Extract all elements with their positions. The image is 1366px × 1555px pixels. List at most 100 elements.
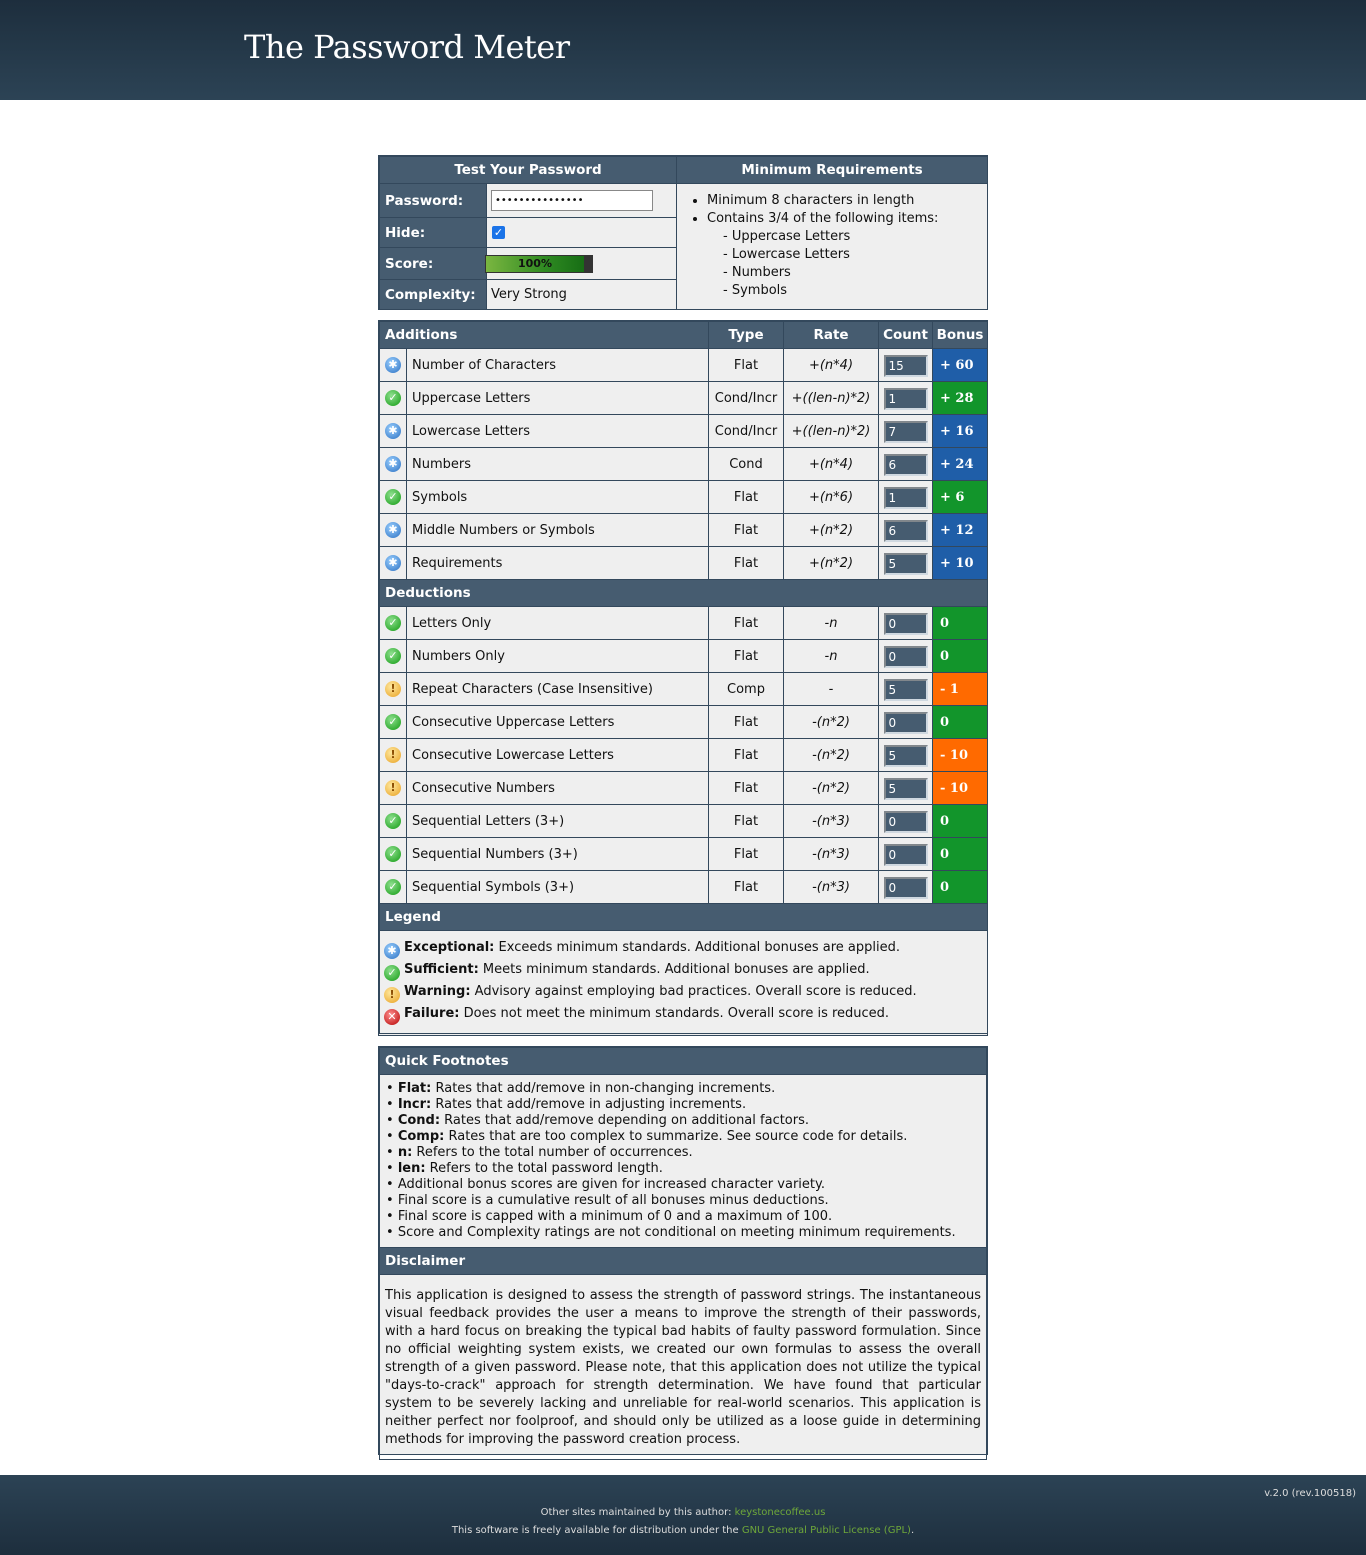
footnote-item: • len: Refers to the total password leng…	[386, 1161, 663, 1176]
row-bonus: 0	[932, 804, 988, 838]
sufficient-icon: ✓	[385, 648, 401, 664]
requirement-item: Contains 3/4 of the following items:	[707, 210, 987, 228]
row-count-field: 15	[883, 355, 928, 377]
row-type: Cond/Incr	[708, 381, 784, 415]
row-name: Consecutive Lowercase Letters	[406, 738, 709, 772]
complexity-value: Very Strong	[485, 279, 678, 310]
row-name: Uppercase Letters	[406, 381, 709, 415]
row-count-field: 0	[883, 844, 928, 866]
footnotes-list: • Flat: Rates that add/remove in non-cha…	[379, 1074, 987, 1248]
row-bonus: - 10	[932, 738, 988, 772]
legend-item: ✓ Sufficient: Meets minimum standards. Ad…	[384, 959, 987, 981]
test-password-panel: Test Your Password Minimum Requirements …	[378, 155, 989, 310]
row-type: Cond/Incr	[708, 414, 784, 448]
sufficient-icon: ✓	[385, 390, 401, 406]
row-rate: -(n*3)	[783, 837, 879, 871]
row-rate: -(n*2)	[783, 705, 879, 739]
row-count-field: 0	[883, 877, 928, 899]
row-rate: +(n*2)	[783, 546, 879, 580]
row-count-field: 0	[883, 646, 928, 668]
exceptional-icon: ✱	[385, 456, 401, 472]
row-count-field: 5	[883, 778, 928, 800]
sufficient-icon: ✓	[385, 813, 401, 829]
hide-label: Hide:	[379, 217, 487, 248]
footnote-item: • Additional bonus scores are given for …	[386, 1177, 825, 1192]
requirements-list: Minimum 8 characters in length Contains …	[676, 183, 989, 310]
type-header: Type	[708, 321, 784, 349]
disclaimer-text: This application is designed to assess t…	[379, 1274, 987, 1460]
row-rate: -n	[783, 639, 879, 673]
row-count-field: 1	[883, 388, 928, 410]
score-row: ✓ Sequential Numbers (3+) Flat -(n*3) 0 0	[379, 837, 988, 871]
row-count-field: 0	[883, 613, 928, 635]
site-title: The Password Meter	[244, 28, 570, 66]
score-row: ✱ Number of Characters Flat +(n*4) 15 + 60	[379, 348, 988, 382]
row-name: Sequential Symbols (3+)	[406, 870, 709, 904]
footnote-item: • Final score is capped with a minimum o…	[386, 1209, 833, 1224]
test-title: Test Your Password	[378, 156, 678, 184]
exceptional-icon: ✱	[385, 357, 401, 373]
row-rate: +(n*6)	[783, 480, 879, 514]
deductions-header: Deductions	[379, 579, 988, 607]
row-name: Numbers Only	[406, 639, 709, 673]
row-bonus: 0	[932, 870, 988, 904]
footnotes-header: Quick Footnotes	[379, 1047, 987, 1075]
password-label: Password:	[379, 183, 487, 218]
row-type: Flat	[708, 804, 784, 838]
requirements-title: Minimum Requirements	[676, 156, 989, 184]
row-name: Sequential Letters (3+)	[406, 804, 709, 838]
warning-icon: !	[385, 780, 401, 796]
score-meter: 100%	[485, 254, 593, 273]
footnote-item: • Flat: Rates that add/remove in non-cha…	[386, 1081, 776, 1096]
password-input[interactable]: •••••••••••••••	[491, 190, 653, 211]
row-count-field: 0	[883, 811, 928, 833]
row-type: Comp	[708, 672, 784, 706]
row-count-field: 7	[883, 421, 928, 443]
exceptional-icon: ✱	[385, 522, 401, 538]
row-bonus: + 6	[932, 480, 988, 514]
score-row: ✓ Symbols Flat +(n*6) 1 + 6	[379, 480, 988, 514]
bonus-header: Bonus	[932, 321, 988, 349]
footnote-item: • Comp: Rates that are too complex to su…	[386, 1129, 908, 1144]
row-type: Flat	[708, 771, 784, 805]
row-type: Flat	[708, 738, 784, 772]
row-bonus: + 28	[932, 381, 988, 415]
failure-icon: ✕	[384, 1009, 400, 1025]
sufficient-icon: ✓	[385, 846, 401, 862]
row-type: Flat	[708, 870, 784, 904]
keystonecoffee-link[interactable]: keystonecoffee.us	[735, 1507, 826, 1518]
row-type: Flat	[708, 348, 784, 382]
row-count-field: 0	[883, 712, 928, 734]
legend-header: Legend	[379, 903, 988, 931]
row-type: Flat	[708, 639, 784, 673]
row-name: Lowercase Letters	[406, 414, 709, 448]
requirement-subitem: - Uppercase Letters	[723, 229, 851, 244]
score-row: ✓ Sequential Symbols (3+) Flat -(n*3) 0 0	[379, 870, 988, 904]
row-name: Consecutive Uppercase Letters	[406, 705, 709, 739]
footnote-item: • Final score is a cumulative result of …	[386, 1193, 829, 1208]
row-bonus: + 16	[932, 414, 988, 448]
site-footer: v.2.0 (rev.100518) Other sites maintaine…	[0, 1475, 1366, 1555]
score-row: ! Consecutive Numbers Flat -(n*2) 5- 10	[379, 771, 988, 805]
row-type: Flat	[708, 480, 784, 514]
sufficient-icon: ✓	[385, 879, 401, 895]
disclaimer-header: Disclaimer	[379, 1247, 987, 1275]
row-name: Requirements	[406, 546, 709, 580]
requirement-subitem: - Lowercase Letters	[723, 247, 850, 262]
row-rate: -	[783, 672, 879, 706]
score-label: Score:	[379, 247, 487, 280]
row-bonus: + 60	[932, 348, 988, 382]
row-rate: +(n*2)	[783, 513, 879, 547]
row-name: Repeat Characters (Case Insensitive)	[406, 672, 709, 706]
row-count-field: 6	[883, 520, 928, 542]
hide-checkbox[interactable]: ✓	[492, 226, 505, 239]
footnotes-panel: Quick Footnotes • Flat: Rates that add/r…	[378, 1046, 988, 1460]
gpl-link[interactable]: GNU General Public License (GPL)	[742, 1525, 911, 1536]
warning-icon: !	[385, 681, 401, 697]
legend-item: ✱ Exceptional: Exceeds minimum standards.…	[384, 937, 987, 959]
requirement-subitem: - Symbols	[723, 283, 788, 298]
score-row: ✓ Sequential Letters (3+) Flat -(n*3) 0 0	[379, 804, 988, 838]
row-name: Symbols	[406, 480, 709, 514]
row-type: Flat	[708, 705, 784, 739]
footnote-item: • Incr: Rates that add/remove in adjusti…	[386, 1097, 747, 1112]
